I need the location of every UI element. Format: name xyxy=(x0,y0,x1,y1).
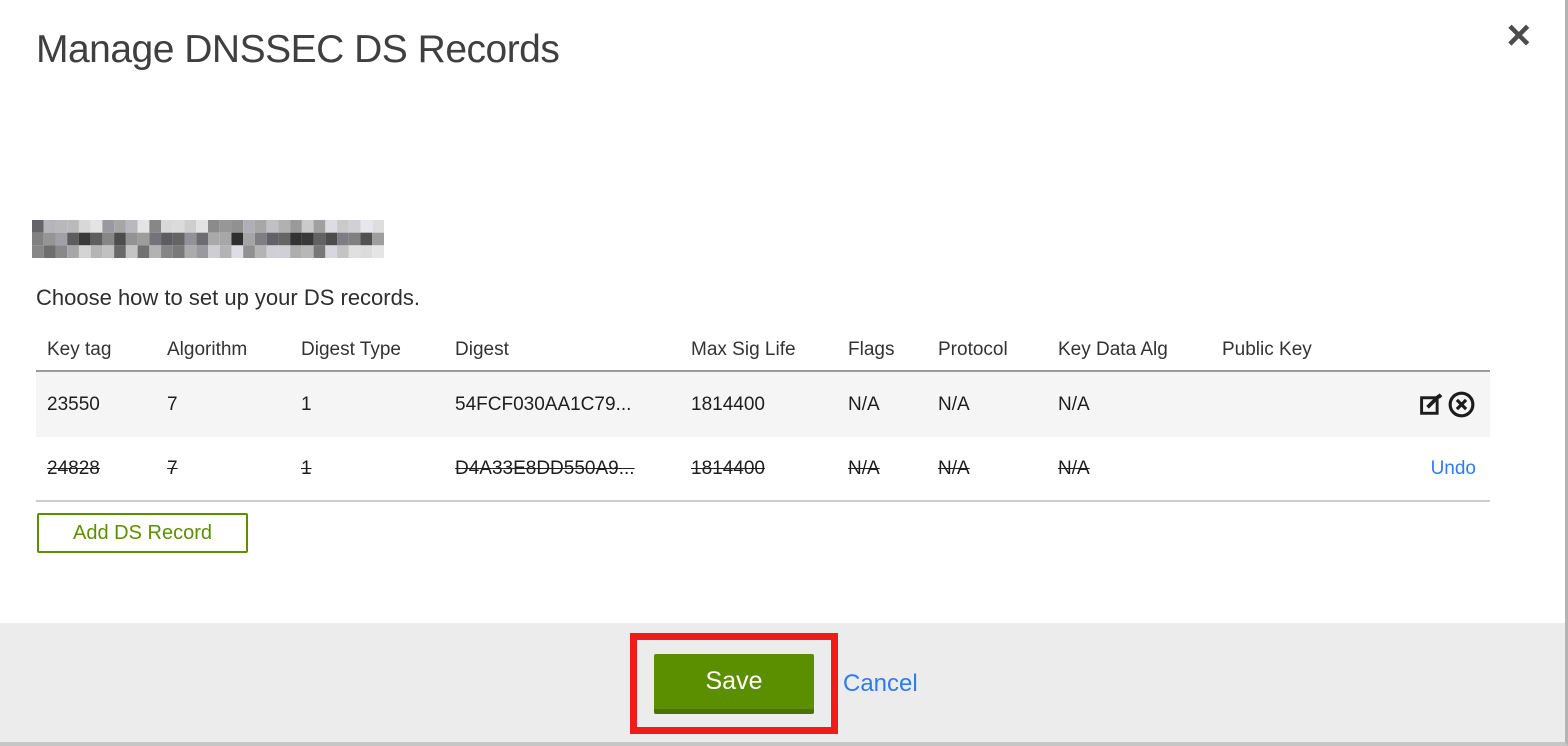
cell-digest: 54FCF030AA1C79... xyxy=(455,393,632,415)
table-row: 24828 7 1 D4A33E8DD550A9... 1814400 N/A … xyxy=(36,437,1490,502)
col-header-algorithm: Algorithm xyxy=(167,339,248,360)
col-header-digest: Digest xyxy=(455,339,509,360)
save-button[interactable]: Save xyxy=(654,653,814,714)
edit-icon xyxy=(1418,391,1445,418)
cell-key-data-alg: N/A xyxy=(1058,393,1090,415)
undo-link[interactable]: Undo xyxy=(1431,458,1476,480)
cell-algorithm: 7 xyxy=(167,457,178,479)
modal-footer: Save Cancel xyxy=(0,623,1565,742)
page-title: Manage DNSSEC DS Records xyxy=(36,28,560,71)
cell-key-tag: 23550 xyxy=(47,393,100,415)
edit-record-button[interactable] xyxy=(1418,391,1445,418)
cell-digest-type: 1 xyxy=(301,393,312,415)
col-header-key-data-alg: Key Data Alg xyxy=(1058,339,1168,360)
ds-records-table: Key tag Algorithm Digest Type Digest Max… xyxy=(36,330,1490,502)
cell-protocol: N/A xyxy=(938,393,970,415)
redacted-domain-name xyxy=(32,220,384,258)
close-icon[interactable]: × xyxy=(1506,14,1531,56)
cell-protocol: N/A xyxy=(938,457,970,479)
cell-max-sig-life: 1814400 xyxy=(691,393,765,415)
cancel-link[interactable]: Cancel xyxy=(843,670,918,698)
cell-flags: N/A xyxy=(848,393,880,415)
table-header-row: Key tag Algorithm Digest Type Digest Max… xyxy=(36,330,1490,372)
cell-max-sig-life: 1814400 xyxy=(691,457,765,479)
col-header-max-sig-life: Max Sig Life xyxy=(691,339,796,360)
add-ds-record-button[interactable]: Add DS Record xyxy=(37,513,248,553)
cell-key-tag: 24828 xyxy=(47,457,100,479)
col-header-flags: Flags xyxy=(848,339,895,360)
cell-algorithm: 7 xyxy=(167,393,178,415)
cell-digest-type: 1 xyxy=(301,457,312,479)
col-header-public-key: Public Key xyxy=(1222,339,1312,360)
manage-dnssec-modal: Manage DNSSEC DS Records × Choose how to… xyxy=(0,0,1568,746)
red-annotation-box: Save xyxy=(630,633,838,734)
row-actions: Undo xyxy=(1406,458,1490,480)
cell-flags: N/A xyxy=(848,457,880,479)
row-actions xyxy=(1406,390,1490,419)
col-header-protocol: Protocol xyxy=(938,339,1008,360)
delete-circle-x-icon xyxy=(1447,390,1476,419)
col-header-digest-type: Digest Type xyxy=(301,339,401,360)
col-header-key-tag: Key tag xyxy=(47,339,112,360)
table-row: 23550 7 1 54FCF030AA1C79... 1814400 N/A … xyxy=(36,372,1490,437)
delete-record-button[interactable] xyxy=(1447,390,1476,419)
cell-key-data-alg: N/A xyxy=(1058,457,1090,479)
cell-digest: D4A33E8DD550A9... xyxy=(455,457,635,479)
instruction-text: Choose how to set up your DS records. xyxy=(36,285,420,310)
